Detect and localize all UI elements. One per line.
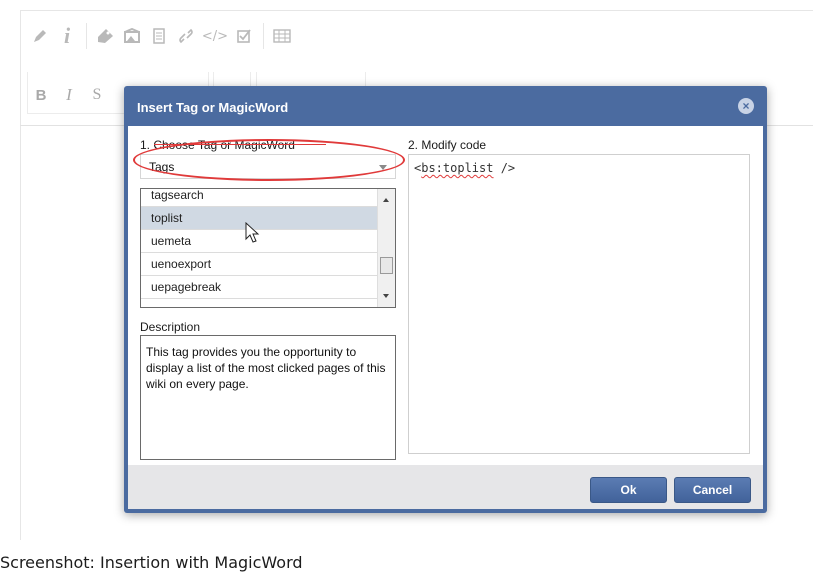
info-icon[interactable]: i <box>54 23 80 49</box>
list-item[interactable]: uenoexport <box>141 253 377 276</box>
list-item[interactable]: tagsearch <box>141 189 377 207</box>
cancel-button[interactable]: Cancel <box>674 477 751 503</box>
scroll-down-icon[interactable] <box>383 294 389 298</box>
modify-code-label: 2. Modify code <box>408 138 487 152</box>
dialog-header: Insert Tag or MagicWord × <box>124 86 767 126</box>
checkbox-icon[interactable] <box>231 23 257 49</box>
table-icon[interactable] <box>269 23 295 49</box>
italic-button[interactable]: I <box>55 81 83 109</box>
listbox-scrollbar[interactable] <box>377 189 395 307</box>
insert-tag-dialog: Insert Tag or MagicWord × 1. Choose Tag … <box>124 86 767 513</box>
description-label: Description <box>140 320 201 334</box>
editor-toolbar: i </> <box>27 20 296 52</box>
screenshot-caption: Screenshot: Insertion with MagicWord <box>0 553 303 572</box>
mouse-cursor-icon <box>245 222 260 243</box>
bold-button[interactable]: B <box>27 81 55 109</box>
image-icon[interactable] <box>119 23 145 49</box>
dialog-title: Insert Tag or MagicWord <box>137 100 289 115</box>
code-close: /> <box>493 161 516 175</box>
pencil-icon[interactable] <box>27 23 53 49</box>
code-tag-name: bs:toplist <box>421 161 494 175</box>
list-item[interactable]: uepagebreak <box>141 276 377 299</box>
close-icon[interactable]: × <box>738 98 754 114</box>
code-textarea[interactable]: <bs:toplist /> <box>408 154 750 454</box>
toolbar-separator <box>263 23 264 49</box>
scroll-up-icon[interactable] <box>383 198 389 202</box>
code-icon[interactable]: </> <box>200 23 230 49</box>
scroll-thumb[interactable] <box>380 257 393 274</box>
tag-listbox[interactable]: tagsearch toplist uemeta uenoexport uepa… <box>140 188 396 308</box>
dialog-body: 1. Choose Tag or MagicWord Tags tagsearc… <box>128 126 763 465</box>
format-toolbar: B I S <box>27 78 111 112</box>
code-content: <bs:toplist /> <box>414 161 515 175</box>
link-icon[interactable] <box>173 23 199 49</box>
toolbar-separator <box>86 23 87 49</box>
dialog-footer: Ok Cancel <box>128 465 763 509</box>
red-highlight-ellipse <box>133 139 405 181</box>
template-icon[interactable] <box>146 23 172 49</box>
tag-icon[interactable] <box>92 23 118 49</box>
ok-button[interactable]: Ok <box>590 477 667 503</box>
strikethrough-button[interactable]: S <box>83 81 111 109</box>
description-box: This tag provides you the opportunity to… <box>140 335 396 460</box>
